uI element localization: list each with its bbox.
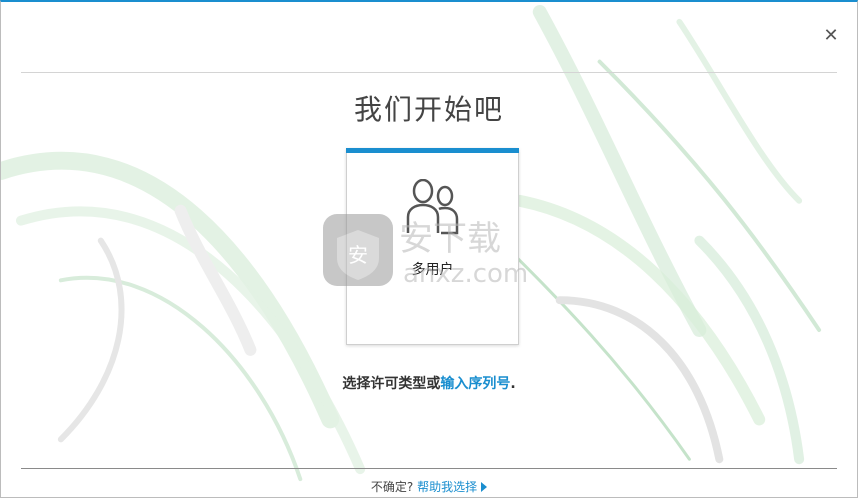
footer-question: 不确定?	[370, 480, 414, 494]
help-me-choose-link[interactable]: 帮助我选择	[417, 480, 488, 494]
help-link-label: 帮助我选择	[417, 480, 478, 494]
svg-text:安: 安	[348, 243, 368, 267]
close-icon[interactable]: ✕	[823, 27, 839, 45]
card-accent-bar	[346, 148, 519, 153]
footer-divider	[21, 468, 837, 469]
watermark-logo: 安 安下载 anxz.com	[323, 214, 528, 289]
header-divider	[21, 72, 837, 73]
page-title: 我们开始吧	[353, 93, 504, 126]
svg-text:anxz.com: anxz.com	[403, 259, 528, 289]
svg-text:安下载: 安下载	[399, 219, 501, 259]
prompt-text: 选择许可类型或	[342, 376, 441, 392]
license-prompt: 选择许可类型或输入序列号.	[1, 373, 857, 393]
prompt-period: .	[510, 376, 516, 392]
dialog-window: ✕ 我们开始吧 多用户 安 安下载 anxz.com 选择许可类型或输入序列号.…	[0, 0, 858, 498]
enter-serial-link[interactable]: 输入序列号	[440, 376, 510, 392]
footer: 不确定? 帮助我选择	[1, 478, 857, 495]
triangle-right-icon	[481, 482, 488, 492]
